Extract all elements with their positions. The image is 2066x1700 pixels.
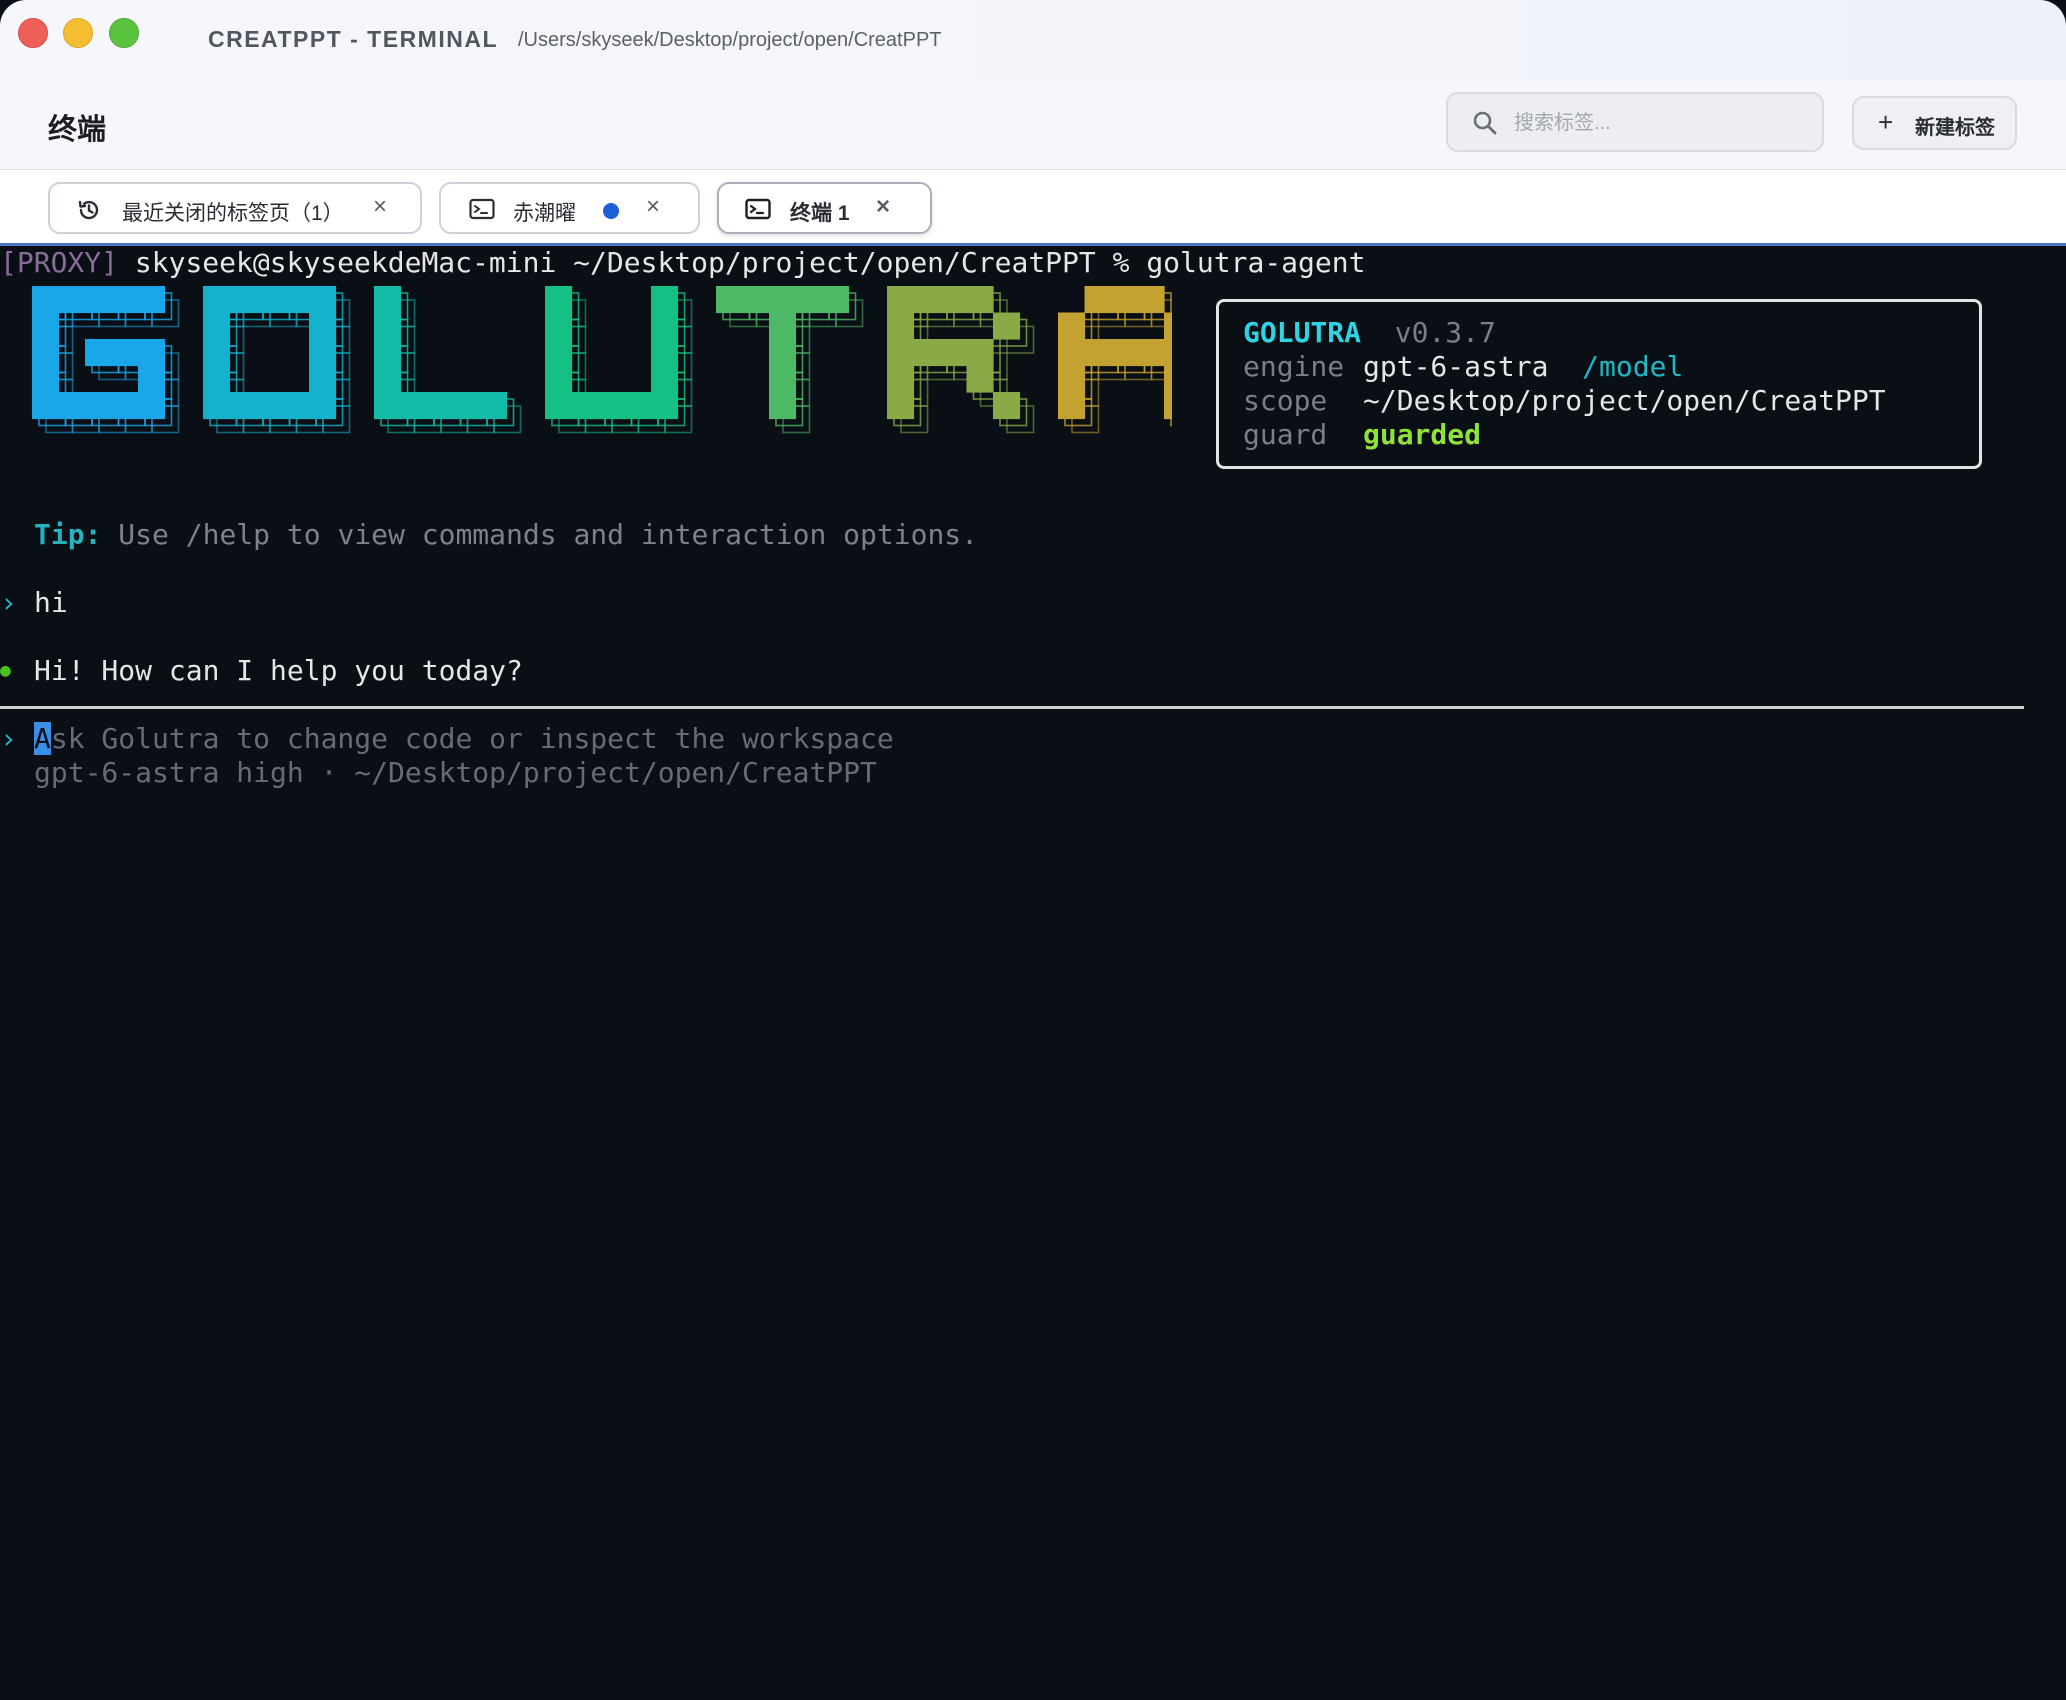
close-icon[interactable]: × [876,194,890,220]
title-bar: CREATPPT - TERMINAL /Users/skyseek/Deskt… [0,0,2066,80]
close-icon[interactable]: × [373,194,387,220]
terminal-icon [745,198,771,220]
guard-value: guarded [1363,418,1482,451]
agent-info-box: GOLUTRA v0.3.7 engine gpt-6-astra /model … [1216,299,1982,469]
window-path: /Users/skyseek/Desktop/project/open/Crea… [518,29,942,51]
terminal-icon [469,198,495,220]
tab-search[interactable] [1446,92,1824,152]
scope-value: ~/Desktop/project/open/CreatPPT [1363,384,1886,417]
model-command: /model [1582,350,1684,383]
banner-letter [1058,286,1172,434]
tab-label: 最近关闭的标签页（1） [122,202,344,225]
input-placeholder: sk Golutra to change code or inspect the… [50,722,894,755]
input-divider [0,706,2024,709]
guard-key: guard [1243,418,1328,451]
reply-bullet-icon: ● [0,660,11,681]
search-icon [1473,111,1497,135]
scope-key: scope [1243,384,1328,417]
shell-prompt-line: [PROXY] skyseek@skyseekdeMac-mini ~/Desk… [0,246,1365,280]
tab-recently-closed[interactable]: 最近关闭的标签页（1） × [48,182,422,234]
app-window: CREATPPT - TERMINAL /Users/skyseek/Deskt… [0,0,2066,1700]
banner-letter [203,286,351,434]
search-input[interactable] [1512,106,1806,140]
engine-key: engine [1243,350,1345,383]
proxy-tag: [PROXY] [0,246,119,279]
banner-letter [32,286,180,434]
page-title: 终端 [48,114,107,146]
tip-label: Tip: [34,518,102,551]
terminal-view[interactable]: [PROXY] skyseek@skyseekdeMac-mini ~/Desk… [0,246,2066,1700]
banner-letter [545,286,693,434]
tip-text: Use /help to view commands and interacti… [101,518,979,551]
app-title: CREATPPT - TERMINAL [208,26,499,52]
banner-letter [887,286,1035,434]
close-window-button[interactable] [18,18,48,48]
banner-letter [716,286,864,434]
minimize-window-button[interactable] [63,18,93,48]
close-icon[interactable]: × [646,194,660,220]
input-chevron-icon: › [0,722,17,755]
assistant-message: Hi! How can I help you today? [34,654,523,687]
tab-bar: 最近关闭的标签页（1） × 赤潮曜 × 终端 1 × [0,170,2066,244]
new-tab-button[interactable]: + 新建标签 [1852,96,2017,150]
new-tab-label: 新建标签 [1915,117,1995,139]
status-line: gpt-6-astra high · ~/Desktop/project/ope… [34,756,877,789]
golutra-banner-logo [32,286,1172,434]
tab-label: 赤潮曜 [513,202,576,225]
tab-chichaoyao[interactable]: 赤潮曜 × [439,182,700,234]
zoom-window-button[interactable] [109,18,139,48]
tab-terminal-1[interactable]: 终端 1 × [717,182,932,234]
user-message: hi [34,586,68,619]
plus-icon: + [1878,107,1894,137]
banner-letter [374,286,522,434]
engine-value: gpt-6-astra [1363,350,1549,383]
status-dot [603,203,619,219]
page-header: 终端 + 新建标签 [0,80,2066,170]
tip-line: Tip: Use /help to view commands and inte… [34,518,978,552]
prompt-input[interactable]: Ask Golutra to change code or inspect th… [34,722,894,756]
version-label: v0.3.7 [1394,316,1496,349]
chevron-icon: › [0,586,17,619]
brand-name: GOLUTRA [1243,316,1362,349]
text-cursor: A [34,722,51,755]
tab-label: 终端 1 [790,202,850,225]
history-icon [78,200,99,220]
shell-command: skyseek@skyseekdeMac-mini ~/Desktop/proj… [118,246,1366,279]
